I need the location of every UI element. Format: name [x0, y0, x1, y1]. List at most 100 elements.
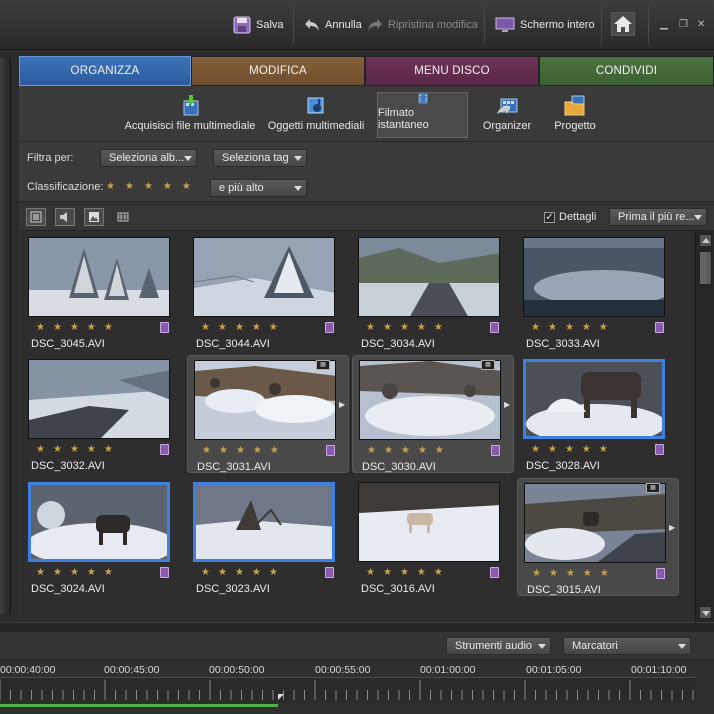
- star-icon[interactable]: ★: [400, 323, 409, 333]
- clip-thumbnail[interactable]: [194, 360, 336, 440]
- album-select[interactable]: Seleziona alb...: [100, 149, 197, 167]
- star-icon[interactable]: ★: [401, 446, 410, 456]
- import-media-button[interactable]: Acquisisci file multimediale: [124, 92, 256, 138]
- tab-modifica[interactable]: MODIFICA: [191, 56, 365, 86]
- star-icon[interactable]: ★: [144, 182, 153, 192]
- play-arrow-icon[interactable]: ▶: [339, 400, 345, 409]
- media-clip[interactable]: ★ ★ ★ ★ ★ DSC_3028.AVI: [517, 355, 679, 473]
- star-icon[interactable]: ★: [418, 446, 427, 456]
- fullscreen-button[interactable]: Schermo intero: [495, 14, 595, 36]
- clip-rating[interactable]: ★ ★ ★ ★ ★: [201, 323, 278, 333]
- star-icon[interactable]: ★: [565, 323, 574, 333]
- image-filter-toggle[interactable]: [84, 208, 104, 226]
- audio-tools-select[interactable]: Strumenti audio: [446, 637, 551, 655]
- star-icon[interactable]: ★: [201, 568, 210, 578]
- star-icon[interactable]: ★: [218, 323, 227, 333]
- minimize-button[interactable]: ▁: [660, 19, 668, 30]
- details-checkbox[interactable]: ✓ Dettagli: [544, 211, 596, 223]
- star-icon[interactable]: ★: [366, 323, 375, 333]
- organizer-button[interactable]: Organizer: [479, 92, 535, 138]
- panel-splitter[interactable]: [0, 622, 714, 632]
- star-icon[interactable]: ★: [53, 568, 62, 578]
- star-icon[interactable]: ★: [218, 568, 227, 578]
- star-icon[interactable]: ★: [106, 182, 115, 192]
- star-icon[interactable]: ★: [434, 568, 443, 578]
- media-clip[interactable]: ★ ★ ★ ★ ★ DSC_3016.AVI: [352, 478, 514, 596]
- star-icon[interactable]: ★: [87, 568, 96, 578]
- video-filter-toggle[interactable]: [26, 208, 46, 226]
- clip-thumbnail[interactable]: [523, 359, 665, 439]
- star-icon[interactable]: ★: [36, 323, 45, 333]
- media-clip[interactable]: ★ ★ ★ ★ ★ DSC_3024.AVI: [22, 478, 184, 596]
- star-icon[interactable]: ★: [548, 445, 557, 455]
- tab-condividi[interactable]: CONDIVIDI: [539, 56, 714, 86]
- star-icon[interactable]: ★: [53, 323, 62, 333]
- star-icon[interactable]: ★: [236, 446, 245, 456]
- star-icon[interactable]: ★: [383, 568, 392, 578]
- media-clip[interactable]: ★ ★ ★ ★ ★ DSC_3032.AVI: [22, 355, 184, 473]
- star-icon[interactable]: ★: [202, 446, 211, 456]
- clip-rating[interactable]: ★ ★ ★ ★ ★: [531, 323, 608, 333]
- clip-rating[interactable]: ★ ★ ★ ★ ★: [201, 568, 278, 578]
- star-icon[interactable]: ★: [531, 323, 540, 333]
- clip-rating[interactable]: ★ ★ ★ ★ ★: [366, 323, 443, 333]
- clip-thumbnail[interactable]: [193, 237, 335, 317]
- star-icon[interactable]: ★: [384, 446, 393, 456]
- clip-thumbnail[interactable]: [524, 483, 666, 563]
- tab-organizza[interactable]: ORGANIZZA: [19, 56, 191, 86]
- star-icon[interactable]: ★: [582, 445, 591, 455]
- star-icon[interactable]: ★: [434, 323, 443, 333]
- save-button[interactable]: Salva: [233, 14, 284, 36]
- redo-button[interactable]: Ripristina modifica: [367, 14, 478, 36]
- star-icon[interactable]: ★: [104, 323, 113, 333]
- grid-view-toggle[interactable]: [113, 208, 133, 226]
- star-icon[interactable]: ★: [366, 568, 375, 578]
- star-icon[interactable]: ★: [367, 446, 376, 456]
- star-icon[interactable]: ★: [36, 568, 45, 578]
- grid-scrollbar[interactable]: [695, 231, 714, 622]
- close-button[interactable]: ✕: [697, 19, 705, 30]
- clip-rating[interactable]: ★ ★ ★ ★ ★: [366, 568, 443, 578]
- rating-filter-stars[interactable]: ★ ★ ★ ★ ★: [106, 182, 191, 192]
- media-objects-button[interactable]: Oggetti multimediali: [266, 92, 366, 138]
- project-button[interactable]: Progetto: [547, 92, 603, 138]
- tag-select[interactable]: Seleziona tag: [213, 149, 307, 167]
- clip-rating[interactable]: ★ ★ ★ ★ ★: [202, 446, 279, 456]
- star-icon[interactable]: ★: [269, 568, 278, 578]
- star-icon[interactable]: ★: [417, 568, 426, 578]
- scroll-thumb[interactable]: [699, 251, 712, 285]
- clip-rating[interactable]: ★ ★ ★ ★ ★: [36, 568, 113, 578]
- play-arrow-icon[interactable]: ▶: [669, 523, 675, 532]
- clip-thumbnail[interactable]: [28, 359, 170, 439]
- tab-menu-disco[interactable]: MENU DISCO: [365, 56, 539, 86]
- timeline-ruler[interactable]: [0, 677, 696, 703]
- media-clip[interactable]: ▦ ▶ ★ ★ ★ ★ ★ DSC_3030.AVI: [352, 355, 514, 473]
- star-icon[interactable]: ★: [270, 446, 279, 456]
- star-icon[interactable]: ★: [70, 445, 79, 455]
- star-icon[interactable]: ★: [182, 182, 191, 192]
- star-icon[interactable]: ★: [566, 569, 575, 579]
- star-icon[interactable]: ★: [599, 445, 608, 455]
- star-icon[interactable]: ★: [219, 446, 228, 456]
- star-icon[interactable]: ★: [549, 569, 558, 579]
- scroll-down-button[interactable]: [699, 606, 712, 619]
- star-icon[interactable]: ★: [600, 569, 609, 579]
- undo-button[interactable]: Annulla: [304, 14, 362, 36]
- star-icon[interactable]: ★: [532, 569, 541, 579]
- audio-filter-toggle[interactable]: [55, 208, 75, 226]
- rating-select[interactable]: e più alto: [210, 179, 307, 197]
- clip-rating[interactable]: ★ ★ ★ ★ ★: [531, 445, 608, 455]
- clip-thumbnail[interactable]: [193, 482, 335, 562]
- instant-movie-button[interactable]: Filmato istantaneo: [377, 92, 468, 138]
- star-icon[interactable]: ★: [104, 568, 113, 578]
- clip-rating[interactable]: ★ ★ ★ ★ ★: [36, 445, 113, 455]
- media-clip[interactable]: ▦ ▶ ★ ★ ★ ★ ★ DSC_3015.AVI: [517, 478, 679, 596]
- clip-thumbnail[interactable]: [359, 360, 501, 440]
- star-icon[interactable]: ★: [87, 445, 96, 455]
- sort-select[interactable]: Prima il più re...: [609, 208, 707, 226]
- star-icon[interactable]: ★: [235, 323, 244, 333]
- clip-thumbnail[interactable]: [523, 237, 665, 317]
- star-icon[interactable]: ★: [383, 323, 392, 333]
- clip-thumbnail[interactable]: [358, 482, 500, 562]
- star-icon[interactable]: ★: [53, 445, 62, 455]
